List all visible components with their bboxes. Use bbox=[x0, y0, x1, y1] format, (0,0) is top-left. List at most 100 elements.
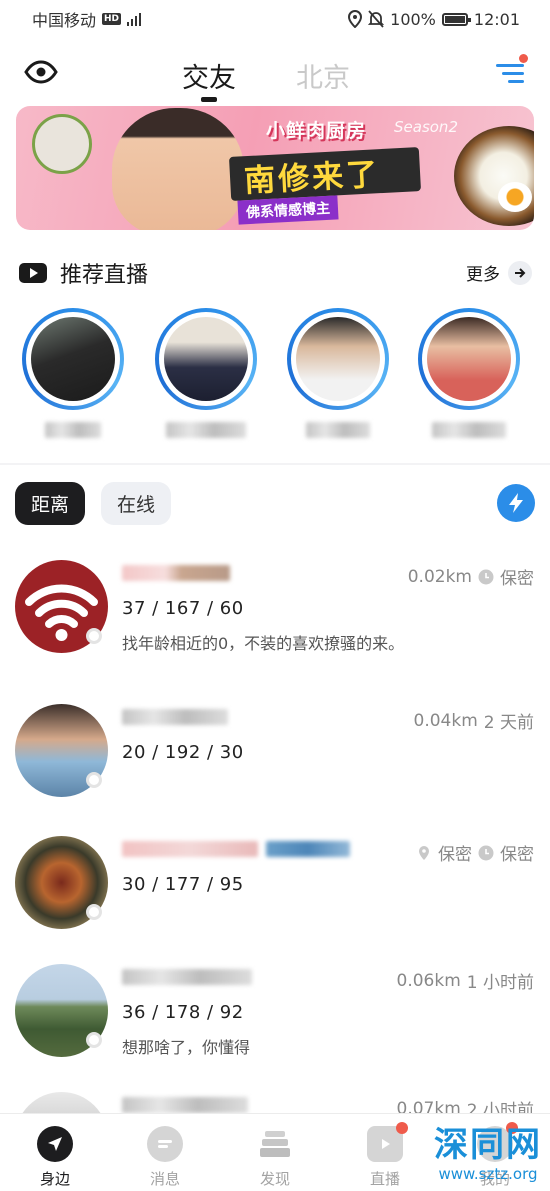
hd-badge: HD bbox=[102, 13, 122, 25]
status-dot bbox=[86, 1032, 102, 1048]
promo-banner[interactable]: 小鲜肉厨房 Season2 南修来了 佛系情感博主 bbox=[16, 106, 534, 230]
video-camera-icon bbox=[19, 263, 47, 283]
user-stats: 36 / 178 / 92 bbox=[122, 1002, 244, 1023]
live-ring bbox=[155, 308, 257, 410]
nav-label: 消息 bbox=[149, 1170, 180, 1188]
food-plate-image bbox=[454, 126, 534, 226]
nav-discover[interactable]: 发现 bbox=[220, 1114, 330, 1191]
live-streamer-card[interactable] bbox=[155, 308, 257, 440]
notification-dot bbox=[519, 54, 528, 63]
user-name-blurred bbox=[122, 709, 228, 731]
streamer-name-blurred bbox=[432, 422, 506, 438]
tab-friends[interactable]: 交友 bbox=[182, 56, 236, 102]
distance-text: 0.04km bbox=[413, 710, 478, 731]
live-ring bbox=[418, 308, 520, 410]
banner-season: Season2 bbox=[394, 118, 458, 136]
live-ring bbox=[22, 308, 124, 410]
user-stats: 20 / 192 / 30 bbox=[122, 742, 244, 763]
signal-icon bbox=[127, 12, 142, 26]
nearby-user-list: 0.02km 保密 37 / 167 / 60 找年龄相近的0，不装的喜欢撩骚的… bbox=[0, 540, 550, 1191]
user-bio: 找年龄相近的0，不装的喜欢撩骚的来。 bbox=[122, 634, 405, 653]
clock-icon bbox=[478, 569, 494, 584]
user-bio: 想那啥了，你懂得 bbox=[122, 1038, 251, 1057]
section-title: 推荐直播 bbox=[60, 263, 149, 288]
filter-bar: 距离 在线 bbox=[15, 482, 535, 526]
streamer-avatar bbox=[427, 317, 511, 401]
nav-label: 直播 bbox=[369, 1170, 400, 1188]
banner-title: 南修来了 bbox=[243, 156, 382, 200]
status-bar: 中国移动 HD 100% 12:01 bbox=[0, 0, 550, 38]
streamer-name-blurred bbox=[306, 422, 370, 438]
live-ring bbox=[287, 308, 389, 410]
location-pin-icon bbox=[419, 845, 429, 860]
section-divider bbox=[0, 463, 550, 465]
last-seen-text: 2 天前 bbox=[483, 713, 534, 733]
discover-icon bbox=[257, 1126, 293, 1162]
status-dot bbox=[86, 904, 102, 920]
user-stats: 37 / 167 / 60 bbox=[122, 598, 244, 619]
live-streamers bbox=[22, 308, 534, 448]
status-dot bbox=[86, 628, 102, 644]
live-streamer-card[interactable] bbox=[22, 308, 124, 440]
more-live-link[interactable]: 更多 bbox=[466, 260, 532, 285]
tab-city[interactable]: 北京 bbox=[296, 56, 350, 95]
user-name-blurred bbox=[122, 565, 230, 587]
nav-nearby[interactable]: 身边 bbox=[0, 1114, 110, 1191]
watermark-url: www.sztz.org bbox=[438, 1165, 538, 1183]
arrow-right-icon bbox=[508, 260, 532, 285]
user-stats: 30 / 177 / 95 bbox=[122, 874, 244, 895]
nav-label: 身边 bbox=[39, 1170, 70, 1188]
notification-dot bbox=[396, 1122, 408, 1134]
nav-label: 发现 bbox=[259, 1170, 290, 1188]
streamer-avatar bbox=[164, 317, 248, 401]
user-row[interactable]: 0.02km 保密 37 / 167 / 60 找年龄相近的0，不装的喜欢撩骚的… bbox=[0, 540, 550, 668]
user-row[interactable]: 0.06km 1 小时前 36 / 178 / 92 想那啥了，你懂得 bbox=[0, 944, 550, 1072]
location-icon bbox=[348, 10, 363, 28]
live-section-header: 推荐直播 更多 bbox=[18, 256, 532, 290]
user-meta: 保密 保密 bbox=[416, 840, 534, 865]
user-name-blurred bbox=[122, 841, 350, 863]
live-streamer-card[interactable] bbox=[287, 308, 389, 440]
filter-distance-chip[interactable]: 距离 bbox=[15, 482, 86, 525]
radish-illustration bbox=[32, 114, 92, 174]
streamer-name-blurred bbox=[166, 422, 246, 438]
streamer-name-blurred bbox=[45, 422, 101, 438]
watermark-title: 深同网 bbox=[434, 1125, 542, 1165]
lightning-icon[interactable] bbox=[497, 484, 535, 522]
navigation-arrow-icon bbox=[37, 1126, 73, 1162]
message-icon bbox=[147, 1126, 183, 1162]
user-meta: 0.02km 保密 bbox=[407, 564, 534, 590]
banner-small-title: 小鲜肉厨房 bbox=[266, 120, 367, 142]
site-watermark: 深同网 www.sztz.org bbox=[434, 1125, 542, 1183]
battery-percent: 100% bbox=[390, 9, 436, 29]
user-row[interactable]: 0.04km 2 天前 20 / 192 / 30 bbox=[0, 684, 550, 812]
carrier-label: 中国移动 bbox=[32, 11, 97, 30]
last-seen-text: 保密 bbox=[500, 845, 534, 865]
streamer-avatar bbox=[296, 317, 380, 401]
user-name-blurred bbox=[122, 969, 252, 991]
host-photo bbox=[112, 108, 244, 230]
distance-text: 0.02km bbox=[407, 566, 472, 587]
live-streamer-card[interactable] bbox=[418, 308, 520, 440]
filter-online-chip[interactable]: 在线 bbox=[101, 482, 172, 525]
streamer-avatar bbox=[31, 317, 115, 401]
last-seen-text: 1 小时前 bbox=[466, 973, 534, 993]
user-row[interactable]: 保密 保密 30 / 177 / 95 bbox=[0, 816, 550, 944]
user-meta: 0.04km 2 天前 bbox=[413, 708, 535, 734]
distance-text: 0.06km bbox=[396, 970, 461, 991]
clock-time: 12:01 bbox=[473, 9, 520, 29]
fried-egg-image bbox=[498, 182, 532, 212]
status-dot bbox=[86, 772, 102, 788]
menu-button[interactable] bbox=[494, 54, 528, 88]
nav-live[interactable]: 直播 bbox=[330, 1114, 440, 1191]
clock-icon bbox=[478, 845, 494, 860]
battery-icon bbox=[441, 12, 471, 26]
eye-icon[interactable] bbox=[24, 60, 58, 84]
top-bar: 交友 北京 bbox=[0, 50, 550, 102]
distance-text: 保密 bbox=[438, 845, 472, 865]
banner-subtitle: 佛系情感博主 bbox=[237, 195, 339, 225]
mute-bell-icon bbox=[368, 10, 385, 28]
more-label: 更多 bbox=[466, 265, 500, 285]
nav-messages[interactable]: 消息 bbox=[110, 1114, 220, 1191]
last-seen-text: 保密 bbox=[500, 569, 534, 589]
